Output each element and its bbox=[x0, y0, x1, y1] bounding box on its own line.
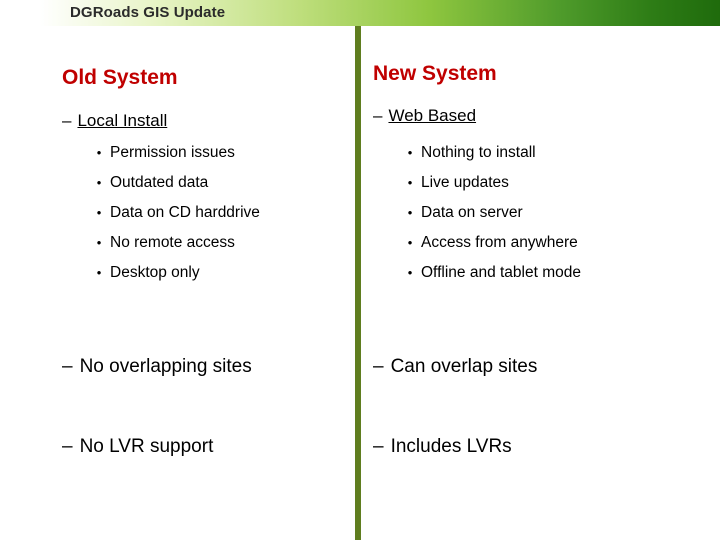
list-item-label: Outdated data bbox=[110, 174, 209, 191]
list-item: • Live updates bbox=[399, 174, 581, 192]
list-item: • Nothing to install bbox=[399, 144, 581, 162]
old-system-heading: Old System bbox=[62, 66, 178, 89]
column-divider bbox=[355, 26, 361, 540]
dash-glyph: – bbox=[62, 356, 73, 377]
header-band: DGRoads GIS Update bbox=[0, 0, 720, 26]
list-item-label: Data on CD harddrive bbox=[110, 204, 260, 221]
dash-glyph: – bbox=[373, 356, 384, 377]
list-item-label: Offline and tablet mode bbox=[421, 264, 581, 281]
dash-glyph: – bbox=[373, 436, 384, 457]
new-system-item-can-overlap-sites-label: Can overlap sites bbox=[390, 356, 538, 377]
new-system-item-web-based-label: Web Based bbox=[388, 106, 477, 125]
list-item: • No remote access bbox=[88, 234, 260, 252]
bullet-icon: • bbox=[407, 235, 413, 250]
new-system-heading: New System bbox=[373, 62, 497, 85]
list-item-label: Desktop only bbox=[110, 264, 200, 281]
list-item: • Permission issues bbox=[88, 144, 260, 162]
bullet-icon: • bbox=[96, 265, 102, 280]
new-system-bullet-list: • Nothing to install • Live updates • Da… bbox=[399, 144, 581, 294]
list-item-label: Data on server bbox=[421, 204, 523, 221]
dash-glyph: – bbox=[373, 106, 383, 125]
new-system-item-includes-lvrs: – Includes LVRs bbox=[373, 436, 512, 458]
old-system-item-no-overlapping-sites: – No overlapping sites bbox=[62, 356, 252, 378]
old-system-item-local-install: – Local Install bbox=[62, 111, 167, 131]
old-system-item-no-lvr-support: – No LVR support bbox=[62, 436, 213, 458]
new-system-item-web-based: – Web Based bbox=[373, 106, 476, 126]
list-item: • Desktop only bbox=[88, 264, 260, 282]
list-item: • Data on CD harddrive bbox=[88, 204, 260, 222]
bullet-icon: • bbox=[407, 145, 413, 160]
list-item: • Access from anywhere bbox=[399, 234, 581, 252]
list-item-label: Nothing to install bbox=[421, 144, 536, 161]
list-item-label: Live updates bbox=[421, 174, 509, 191]
list-item: • Offline and tablet mode bbox=[399, 264, 581, 282]
bullet-icon: • bbox=[96, 235, 102, 250]
list-item: • Outdated data bbox=[88, 174, 260, 192]
list-item-label: No remote access bbox=[110, 234, 235, 251]
list-item-label: Access from anywhere bbox=[421, 234, 578, 251]
bullet-icon: • bbox=[96, 175, 102, 190]
list-item-label: Permission issues bbox=[110, 144, 235, 161]
bullet-icon: • bbox=[407, 175, 413, 190]
bullet-icon: • bbox=[96, 205, 102, 220]
old-system-item-no-lvr-support-label: No LVR support bbox=[79, 436, 214, 457]
dash-glyph: – bbox=[62, 111, 72, 130]
old-system-bullet-list: • Permission issues • Outdated data • Da… bbox=[88, 144, 260, 294]
bullet-icon: • bbox=[407, 265, 413, 280]
dash-glyph: – bbox=[62, 436, 73, 457]
bullet-icon: • bbox=[96, 145, 102, 160]
new-system-item-can-overlap-sites: – Can overlap sites bbox=[373, 356, 537, 378]
list-item: • Data on server bbox=[399, 204, 581, 222]
page-title: DGRoads GIS Update bbox=[70, 4, 226, 21]
old-system-item-no-overlapping-sites-label: No overlapping sites bbox=[79, 356, 252, 377]
new-system-item-includes-lvrs-label: Includes LVRs bbox=[390, 436, 512, 457]
bullet-icon: • bbox=[407, 205, 413, 220]
old-system-item-local-install-label: Local Install bbox=[77, 111, 168, 130]
